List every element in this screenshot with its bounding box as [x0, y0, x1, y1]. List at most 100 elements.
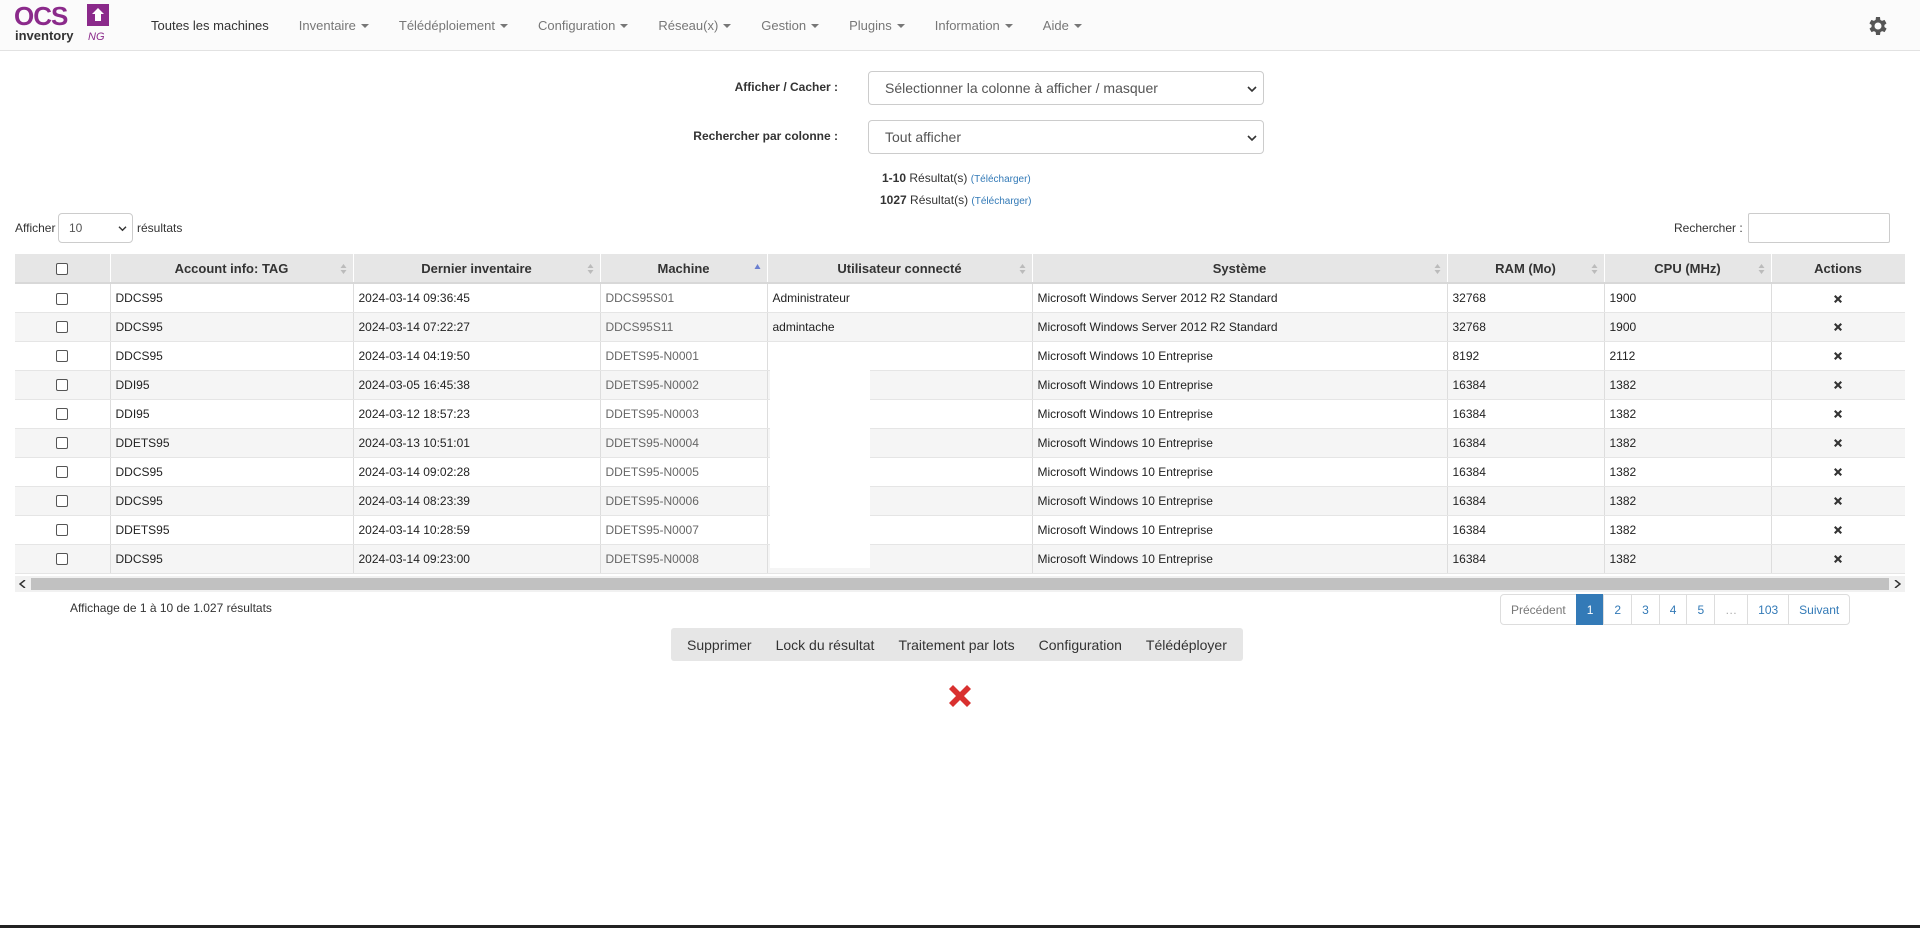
cell-machine[interactable]: DDETS95-N0007: [600, 515, 768, 545]
select-all-checkbox[interactable]: [56, 263, 69, 276]
col-header-tag[interactable]: Account info: TAG: [110, 254, 354, 284]
ocs-inventory-logo[interactable]: OCS inventory NG: [14, 3, 120, 45]
pagination-previous[interactable]: Précédent: [1500, 594, 1577, 625]
table-row[interactable]: DDCS95 2024-03-14 08:23:39 DDETS95-N0006 Mi…: [15, 486, 1905, 516]
cell-cpu: 1382: [1604, 428, 1772, 458]
col-header-last-inventory[interactable]: Dernier inventaire: [353, 254, 601, 284]
pagination-page-103[interactable]: 103: [1747, 594, 1790, 625]
cell-machine[interactable]: DDETS95-N0008: [600, 544, 768, 574]
pagination-page-4[interactable]: 4: [1658, 594, 1688, 625]
deploy-button[interactable]: Télédéployer: [1134, 637, 1239, 653]
scroll-left-icon[interactable]: [19, 580, 27, 588]
row-checkbox[interactable]: [56, 379, 69, 392]
nav-teledeploiement[interactable]: Télédéploiement: [384, 0, 523, 51]
scrollbar-thumb[interactable]: [31, 578, 1889, 590]
page-length-select[interactable]: 10: [58, 213, 133, 243]
delete-button[interactable]: Supprimer: [675, 637, 764, 653]
table-row[interactable]: DDCS95 2024-03-14 04:19:50 DDETS95-N0001 Mi…: [15, 341, 1905, 371]
delete-row-icon[interactable]: [1833, 438, 1843, 448]
delete-row-icon[interactable]: [1833, 496, 1843, 506]
row-checkbox[interactable]: [56, 524, 69, 537]
table-row[interactable]: DDCS95 2024-03-14 09:36:45 DDCS95S01 Admini…: [15, 283, 1905, 313]
delete-row-icon[interactable]: [1833, 525, 1843, 535]
horizontal-scrollbar[interactable]: [15, 576, 1905, 592]
row-checkbox[interactable]: [56, 437, 69, 450]
row-checkbox[interactable]: [56, 553, 69, 566]
pagination-page-3[interactable]: 3: [1631, 594, 1660, 625]
row-checkbox[interactable]: [56, 408, 69, 421]
gear-icon[interactable]: [1866, 14, 1890, 38]
col-header-machine[interactable]: Machine: [600, 254, 768, 284]
cell-machine[interactable]: DDCS95S01: [600, 283, 768, 313]
cell-actions: [1771, 457, 1905, 487]
cell-date: 2024-03-05 16:45:38: [353, 370, 601, 400]
row-checkbox[interactable]: [56, 495, 69, 508]
row-checkbox[interactable]: [56, 321, 69, 334]
delete-row-icon[interactable]: [1833, 351, 1843, 361]
nav-gestion[interactable]: Gestion: [746, 0, 834, 51]
cell-machine[interactable]: DDETS95-N0004: [600, 428, 768, 458]
pagination-page-2[interactable]: 2: [1603, 594, 1633, 625]
nav-plugins[interactable]: Plugins: [834, 0, 920, 51]
cell-machine[interactable]: DDCS95S11: [600, 312, 768, 342]
table-row[interactable]: DDETS95 2024-03-14 10:28:59 DDETS95-N0007 M…: [15, 515, 1905, 545]
select-value: Tout afficher: [885, 129, 962, 145]
sort-ascending-icon: [754, 264, 760, 269]
col-header-cpu[interactable]: CPU (MHz): [1604, 254, 1772, 284]
nav-configuration[interactable]: Configuration: [523, 0, 643, 51]
download-range-link[interactable]: (Télécharger): [971, 174, 1031, 185]
row-select-cell: [15, 399, 111, 429]
table-row[interactable]: DDCS95 2024-03-14 07:22:27 DDCS95S11 admint…: [15, 312, 1905, 342]
cell-machine[interactable]: DDETS95-N0001: [600, 341, 768, 371]
download-total-link[interactable]: (Télécharger): [971, 196, 1031, 207]
nav-inventaire[interactable]: Inventaire: [284, 0, 384, 51]
sort-icon: [1434, 264, 1440, 274]
row-checkbox[interactable]: [56, 292, 69, 305]
cell-machine[interactable]: DDETS95-N0005: [600, 457, 768, 487]
bulk-action-bar: Supprimer Lock du résultat Traitement pa…: [671, 628, 1243, 661]
col-header-system[interactable]: Système: [1032, 254, 1448, 284]
table-row[interactable]: DDCS95 2024-03-14 09:02:28 DDETS95-N0005 Mi…: [15, 457, 1905, 487]
cell-machine[interactable]: DDETS95-N0006: [600, 486, 768, 516]
nav-aide[interactable]: Aide: [1028, 0, 1097, 51]
table-row[interactable]: DDI95 2024-03-05 16:45:38 DDETS95-N0002 Mic…: [15, 370, 1905, 400]
row-select-cell: [15, 283, 111, 313]
delete-row-icon[interactable]: [1833, 409, 1843, 419]
main-menu: Toutes les machines Inventaire Télédéplo…: [136, 0, 1097, 51]
search-input[interactable]: [1748, 213, 1890, 243]
cell-os: Microsoft Windows 10 Entreprise: [1032, 544, 1448, 574]
delete-row-icon[interactable]: [1833, 380, 1843, 390]
nav-information[interactable]: Information: [920, 0, 1028, 51]
batch-processing-button[interactable]: Traitement par lots: [886, 637, 1026, 653]
column-toggle-select[interactable]: Sélectionner la colonne à afficher / mas…: [868, 71, 1264, 105]
col-header-ram[interactable]: RAM (Mo): [1447, 254, 1605, 284]
delete-row-icon[interactable]: [1833, 554, 1843, 564]
cell-ram: 16384: [1447, 370, 1605, 400]
pagination-page-1[interactable]: 1: [1575, 594, 1605, 625]
cell-cpu: 1382: [1604, 486, 1772, 516]
table-row[interactable]: DDETS95 2024-03-13 10:51:01 DDETS95-N0004 M…: [15, 428, 1905, 458]
delete-row-icon[interactable]: [1833, 322, 1843, 332]
table-row[interactable]: DDCS95 2024-03-14 09:23:00 DDETS95-N0008 Mi…: [15, 544, 1905, 574]
cell-machine[interactable]: DDETS95-N0002: [600, 370, 768, 400]
row-checkbox[interactable]: [56, 466, 69, 479]
search-column-select[interactable]: Tout afficher: [868, 120, 1264, 154]
configuration-button[interactable]: Configuration: [1027, 637, 1134, 653]
row-checkbox[interactable]: [56, 350, 69, 363]
delete-row-icon[interactable]: [1833, 294, 1843, 304]
scroll-right-icon[interactable]: [1893, 580, 1901, 588]
nav-reseaux[interactable]: Réseau(x): [643, 0, 746, 51]
svg-text:OCS: OCS: [14, 3, 68, 31]
pagination-next[interactable]: Suivant: [1788, 594, 1851, 625]
delete-row-icon[interactable]: [1833, 467, 1843, 477]
sort-icon: [340, 264, 346, 274]
table-row[interactable]: DDI95 2024-03-12 18:57:23 DDETS95-N0003 Mic…: [15, 399, 1905, 429]
nav-toutes-les-machines[interactable]: Toutes les machines: [136, 0, 284, 51]
pagination-page-5[interactable]: 5: [1686, 594, 1716, 625]
cell-date: 2024-03-14 10:28:59: [353, 515, 601, 545]
chevron-down-icon: [1247, 86, 1257, 93]
lock-result-button[interactable]: Lock du résultat: [764, 637, 887, 653]
col-header-user[interactable]: Utilisateur connecté: [767, 254, 1033, 284]
cell-machine[interactable]: DDETS95-N0003: [600, 399, 768, 429]
delete-selected-icon[interactable]: [944, 680, 976, 712]
